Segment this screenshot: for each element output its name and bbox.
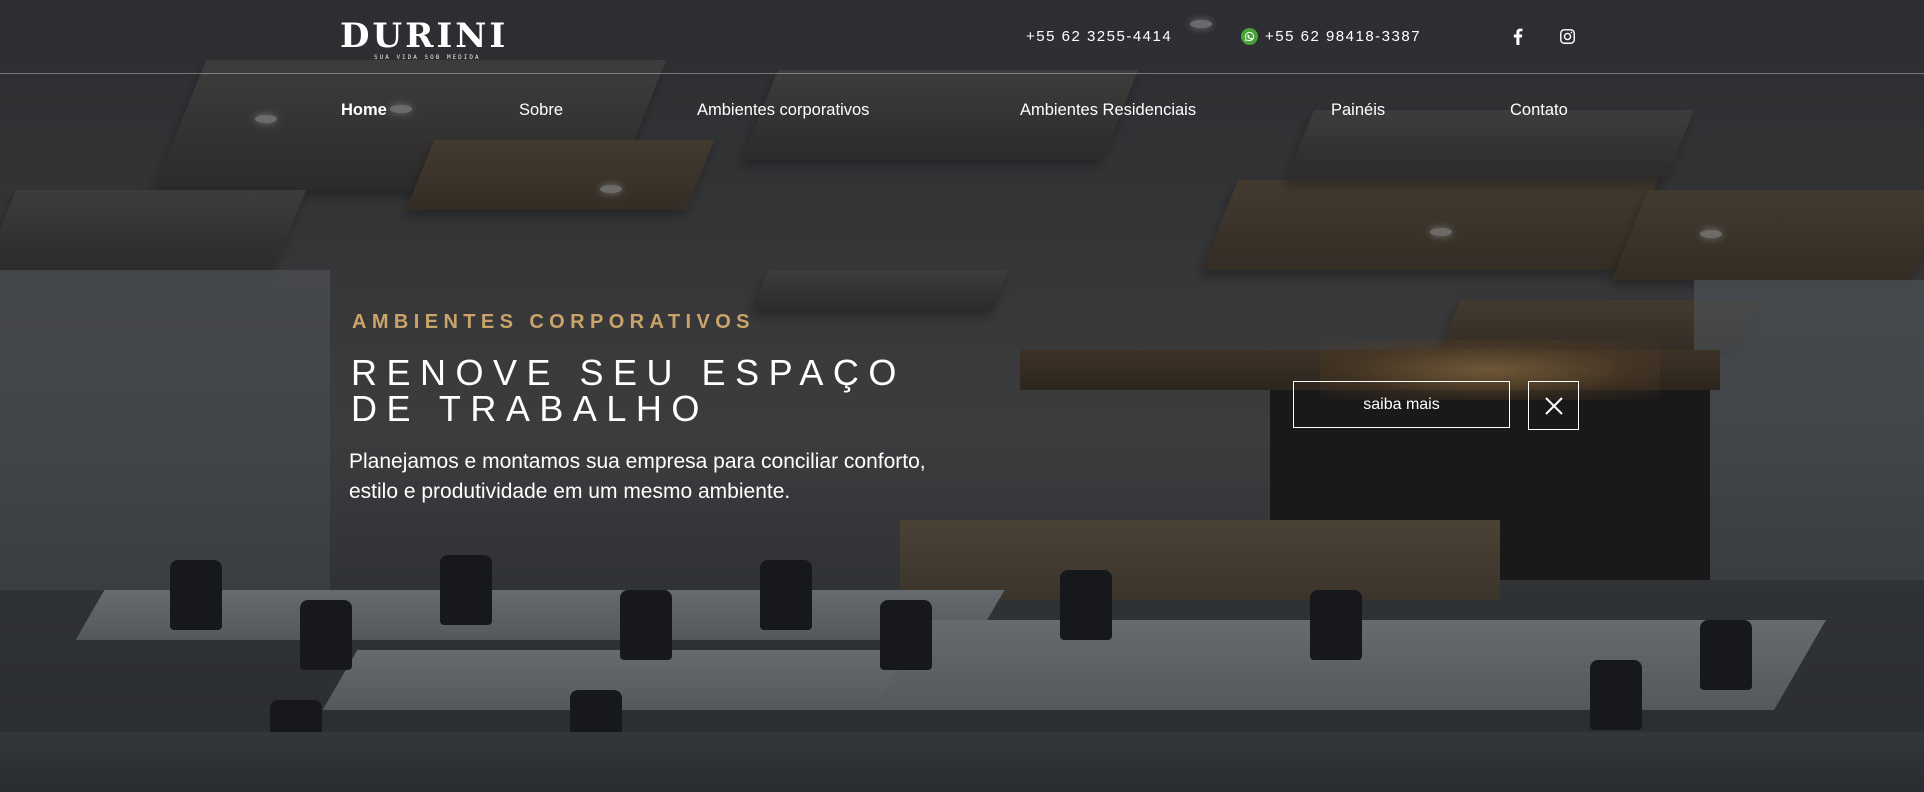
hero-eyebrow: AMBIENTES CORPORATIVOS	[352, 311, 755, 333]
hero-description-line-1: Planejamos e montamos sua empresa para c…	[349, 450, 926, 473]
facebook-icon[interactable]	[1508, 26, 1528, 46]
nav-item-ambientes-corporativos[interactable]: Ambientes corporativos	[697, 101, 869, 120]
nav-item-home[interactable]: Home	[341, 101, 387, 120]
instagram-icon[interactable]	[1557, 26, 1577, 46]
close-icon[interactable]	[1528, 381, 1579, 430]
nav-item-sobre[interactable]: Sobre	[519, 101, 563, 120]
brand-logo[interactable]: DURINI SUA VIDA SOB MEDIDA	[340, 18, 505, 62]
nav-item-paineis[interactable]: Painéis	[1331, 101, 1385, 120]
hero-description: Planejamos e montamos sua empresa para c…	[349, 447, 999, 507]
hero-headline-line-1: RENOVE SEU ESPAÇO	[351, 352, 906, 393]
nav-item-ambientes-residenciais[interactable]: Ambientes Residenciais	[1020, 101, 1196, 120]
saiba-mais-button[interactable]: saiba mais	[1293, 381, 1510, 428]
whatsapp-number: +55 62 98418-3387	[1265, 28, 1422, 45]
brand-name: DURINI	[340, 16, 509, 56]
brand-tagline: SUA VIDA SOB MEDIDA	[374, 54, 481, 61]
whatsapp-contact[interactable]: +55 62 98418-3387	[1241, 28, 1421, 45]
hero-headline: RENOVE SEU ESPAÇO DE TRABALHO	[351, 355, 906, 427]
main-navigation: Home Sobre Ambientes corporativos Ambien…	[0, 101, 1924, 125]
top-bar: DURINI SUA VIDA SOB MEDIDA +55 62 3255-4…	[0, 0, 1924, 74]
hero-headline-line-2: DE TRABALHO	[351, 388, 709, 429]
hero-description-line-2: estilo e produtividade em um mesmo ambie…	[349, 480, 791, 503]
whatsapp-icon	[1241, 28, 1258, 45]
nav-item-contato[interactable]: Contato	[1510, 101, 1568, 120]
phone-number[interactable]: +55 62 3255-4414	[1026, 28, 1172, 45]
